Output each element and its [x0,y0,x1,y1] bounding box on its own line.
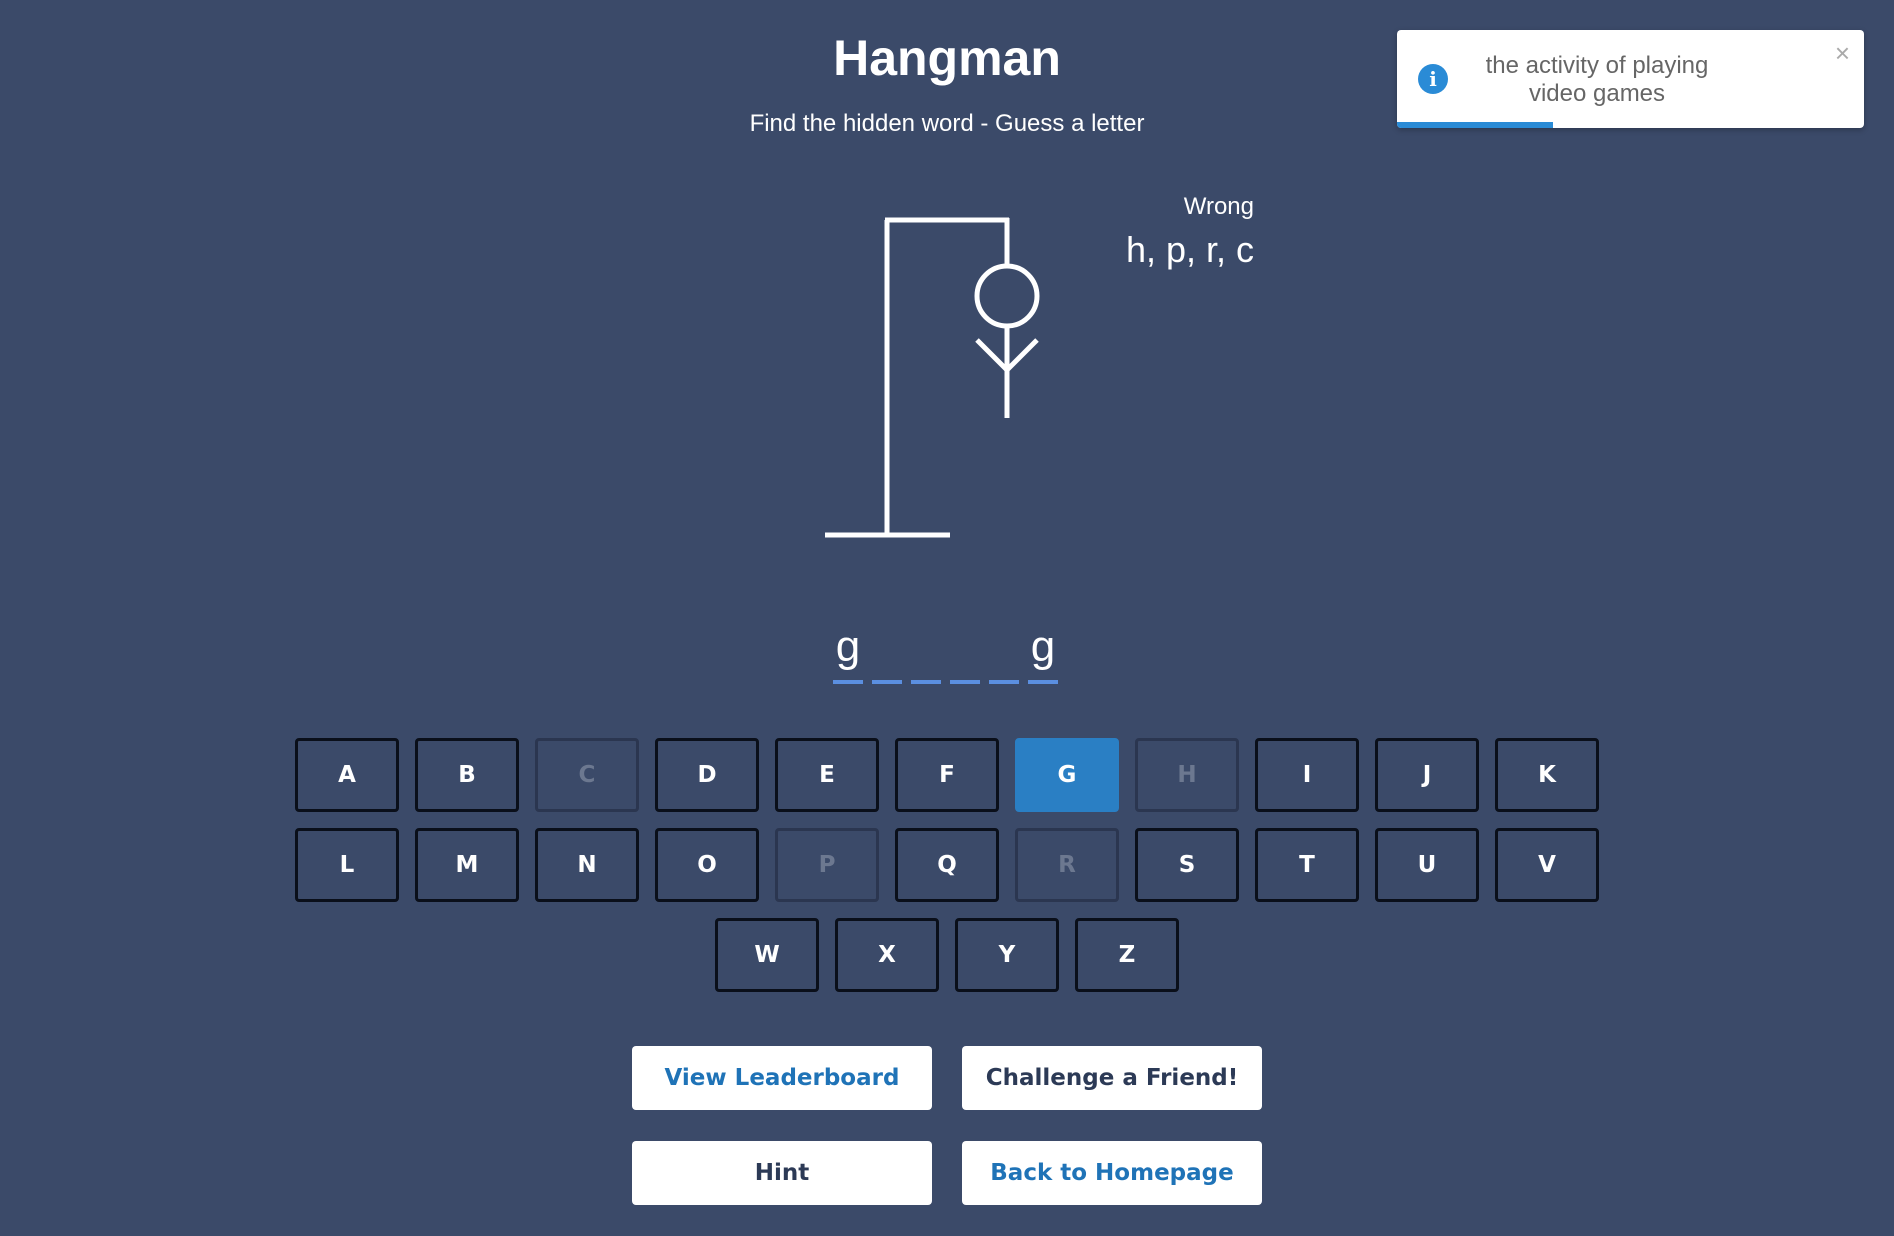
wrong-letters: h, p, r, c [1125,229,1254,270]
letter-key-o[interactable]: O [655,828,759,902]
letter-key-a[interactable]: A [295,738,399,812]
close-icon[interactable]: × [1835,38,1850,68]
letter-key-p[interactable]: P [775,828,879,902]
letter-key-g[interactable]: G [1015,738,1119,812]
letter-key-x[interactable]: X [835,918,939,992]
hint-toast: i the activity of playing video games × [1397,30,1864,128]
letter-key-n[interactable]: N [535,828,639,902]
keyboard-row: ABCDEFGHIJK [294,738,1600,812]
info-icon: i [1418,64,1448,94]
letter-key-i[interactable]: I [1255,738,1359,812]
keyboard-row: LMNOPQRSTUV [294,828,1600,902]
letter-key-d[interactable]: D [655,738,759,812]
letter-key-h[interactable]: H [1135,738,1239,812]
letter-key-z[interactable]: Z [1075,918,1179,992]
back-to-homepage-button[interactable]: Back to Homepage [962,1141,1262,1205]
view-leaderboard-button[interactable]: View Leaderboard [632,1046,932,1110]
letter-key-v[interactable]: V [1495,828,1599,902]
letter-key-m[interactable]: M [415,828,519,902]
keyboard-row: WXYZ [294,918,1600,992]
hint-button[interactable]: Hint [632,1141,932,1205]
letter-keyboard: ABCDEFGHIJK LMNOPQRSTUV WXYZ [294,738,1600,1008]
hangman-drawing [825,217,1040,538]
hidden-word: gg [833,622,1058,684]
hangman-right-arm [1005,338,1039,372]
letter-key-b[interactable]: B [415,738,519,812]
challenge-friend-button[interactable]: Challenge a Friend! [962,1046,1262,1110]
letter-key-l[interactable]: L [295,828,399,902]
word-letter-slot [950,622,980,684]
toast-message: the activity of playing video games [1485,52,1709,107]
word-letter-slot: g [1028,622,1058,684]
letter-key-e[interactable]: E [775,738,879,812]
word-letter-slot: g [833,622,863,684]
letter-key-s[interactable]: S [1135,828,1239,902]
letter-key-j[interactable]: J [1375,738,1479,812]
hangman-head [974,263,1040,329]
wrong-label: Wrong [1183,193,1254,220]
letter-key-f[interactable]: F [895,738,999,812]
word-letter-slot [872,622,902,684]
word-letter-slot [989,622,1019,684]
toast-progress-bar [1397,122,1554,128]
letter-key-y[interactable]: Y [955,918,1059,992]
letter-key-t[interactable]: T [1255,828,1359,902]
letter-key-q[interactable]: Q [895,828,999,902]
letter-key-w[interactable]: W [715,918,819,992]
hangman-left-arm [975,338,1009,372]
letter-key-c[interactable]: C [535,738,639,812]
letter-key-u[interactable]: U [1375,828,1479,902]
word-letter-slot [911,622,941,684]
letter-key-k[interactable]: K [1495,738,1599,812]
letter-key-r[interactable]: R [1015,828,1119,902]
